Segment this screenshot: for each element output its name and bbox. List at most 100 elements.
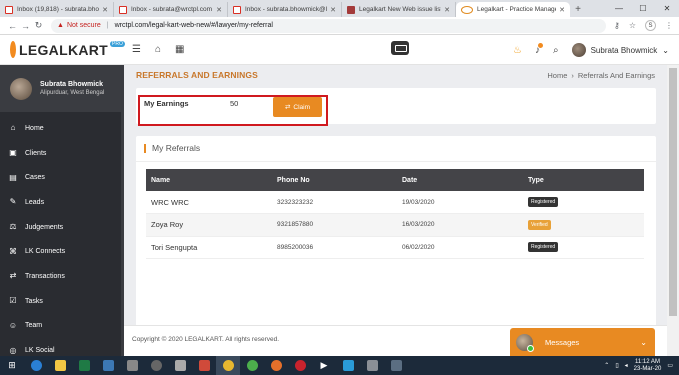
search-icon[interactable]: ⌕: [553, 45, 559, 56]
sidebar-item-label: LK Social: [25, 347, 55, 355]
referrals-table: Name Phone No Date Type WRC WRC 32323232…: [146, 169, 644, 259]
menu-kebab-icon[interactable]: ⋮: [665, 21, 673, 30]
window-controls: — ☐ ✕: [607, 0, 679, 17]
tools-icon[interactable]: [360, 356, 384, 375]
lightbulb-icon[interactable]: ♨: [513, 45, 522, 56]
tray-up-arrow-icon[interactable]: ⌃: [604, 362, 609, 369]
browser-tab-active[interactable]: Legalkart - Practice Manageme... ✕: [456, 2, 570, 17]
earnings-value: 50: [230, 99, 239, 108]
key-icon[interactable]: ⚷: [614, 21, 620, 30]
browser-tab[interactable]: Inbox - subrata.bhowmick@leg... ✕: [228, 2, 342, 17]
ie-icon[interactable]: [24, 356, 48, 375]
close-tab-icon[interactable]: ✕: [102, 6, 108, 14]
referral-name: WRC WRC: [146, 191, 272, 214]
sidebar-item-label: Transactions: [25, 272, 65, 280]
sidebar-item-lk-social[interactable]: ◎ LK Social: [0, 338, 121, 356]
snipping-tool-icon[interactable]: [168, 356, 192, 375]
legalkart-logo[interactable]: LEGALKART PRO: [0, 40, 125, 58]
firefox-icon[interactable]: [264, 356, 288, 375]
referrals-title: My Referrals: [144, 144, 200, 153]
opera-icon[interactable]: [288, 356, 312, 375]
user-app-icon[interactable]: [144, 356, 168, 375]
new-tab-button[interactable]: +: [570, 2, 586, 17]
skype-icon[interactable]: [336, 356, 360, 375]
maximize-button[interactable]: ☐: [631, 0, 655, 17]
tasks-icon: ☑: [9, 296, 17, 306]
profile-avatar[interactable]: S: [645, 20, 656, 31]
green-app-icon[interactable]: [240, 356, 264, 375]
scrollbar-thumb[interactable]: [669, 68, 677, 316]
claim-button[interactable]: ⇄ Claim: [273, 97, 322, 117]
sidebar-item-cases[interactable]: ▤ Cases: [0, 165, 121, 190]
warning-icon: ▲: [57, 22, 64, 29]
sidebar-item-label: Tasks: [25, 297, 43, 305]
close-tab-icon[interactable]: ✕: [330, 6, 336, 14]
app-icon[interactable]: [120, 356, 144, 375]
back-icon[interactable]: ←: [6, 21, 19, 31]
media-icon[interactable]: [192, 356, 216, 375]
hamburger-menu-icon[interactable]: ☰: [132, 44, 141, 55]
user-menu[interactable]: Subrata Bhowmick ⌄: [571, 43, 669, 57]
transactions-icon: ⇄: [9, 271, 17, 281]
browser-tab[interactable]: Inbox - subrata@wrctpl.com - Wi... ✕: [114, 2, 228, 17]
avatar: [571, 43, 586, 57]
referral-date: 06/02/2020: [397, 236, 523, 259]
referral-type-cell: Registered: [523, 236, 644, 259]
excel-icon[interactable]: [72, 356, 96, 375]
tab-label: Legalkart New Web issue list b...: [359, 6, 441, 13]
network-icon[interactable]: ▯: [615, 362, 618, 369]
chrome-icon[interactable]: [216, 356, 240, 375]
play-icon[interactable]: ▶: [312, 356, 336, 375]
close-tab-icon[interactable]: ✕: [559, 6, 565, 14]
sidebar-item-transactions[interactable]: ⇄ Transactions: [0, 264, 121, 289]
grid-icon[interactable]: ▦: [175, 44, 184, 55]
sidebar-profile[interactable]: Subrata Bhowmick Alipurduar, West Bengal: [0, 65, 121, 112]
header-actions: ♨ ♪ ⌕ Subrata Bhowmick ⌄: [513, 35, 669, 65]
security-status[interactable]: Not secure: [67, 22, 101, 29]
bookmark-star-icon[interactable]: ☆: [629, 21, 636, 30]
clock[interactable]: 11:12 AM 23-Mar-20: [634, 359, 662, 373]
forward-icon[interactable]: →: [19, 21, 32, 31]
close-window-button[interactable]: ✕: [655, 0, 679, 17]
referral-phone: 3232323232: [272, 191, 397, 214]
sidebar-item-leads[interactable]: ✎ Leads: [0, 190, 121, 215]
sidebar-item-team[interactable]: ☺ Team: [0, 314, 121, 339]
windows-start-icon[interactable]: ⊞: [0, 356, 24, 375]
page-scrollbar[interactable]: [667, 65, 679, 356]
referral-type-cell: Registered: [523, 191, 644, 214]
close-tab-icon[interactable]: ✕: [444, 6, 450, 14]
status-badge: Registered: [528, 197, 559, 207]
minimize-button[interactable]: —: [607, 0, 631, 17]
messages-panel-toggle[interactable]: Messages ⌄: [510, 328, 655, 356]
url-input[interactable]: ▲ Not secure | wrctpl.com/legal-kart-web…: [51, 18, 606, 33]
close-tab-icon[interactable]: ✕: [216, 6, 222, 14]
browser-tab[interactable]: Inbox (19,818) - subrata.bhowmick... ✕: [0, 2, 114, 17]
volume-icon[interactable]: ◂: [625, 362, 628, 369]
id-card-icon[interactable]: [391, 41, 409, 55]
referral-type-cell: Verified: [523, 213, 644, 237]
tab-label: Inbox (19,818) - subrata.bhowmick...: [17, 6, 100, 13]
sidebar-item-judgements[interactable]: ⚖ Judgements: [0, 215, 121, 240]
sidebar-item-clients[interactable]: ▣ Clients: [0, 141, 121, 166]
column-header: Name: [146, 169, 272, 191]
browser-tab[interactable]: Legalkart New Web issue list b... ✕: [342, 2, 456, 17]
url-text: wrctpl.com/legal-kart-web-new/#/lawyer/m…: [114, 22, 273, 29]
notifications-icon[interactable]: ▭: [667, 362, 673, 369]
sidebar-item-home[interactable]: ⌂ Home: [0, 116, 121, 141]
monitor-icon[interactable]: [384, 356, 408, 375]
notification-bell-icon[interactable]: ♪: [535, 42, 543, 56]
status-badge: Registered: [528, 242, 559, 253]
chevron-down-icon: ⌄: [662, 45, 669, 55]
browser-toolbar-right: ⚷ ☆ S ⋮: [614, 20, 673, 31]
sidebar-item-tasks[interactable]: ☑ Tasks: [0, 289, 121, 314]
sidebar-item-lk-connects[interactable]: ⌘ LK Connects: [0, 239, 121, 264]
sidebar-item-label: Cases: [25, 174, 45, 182]
logo-ring-icon: [10, 41, 16, 58]
file-explorer-icon[interactable]: [48, 356, 72, 375]
pro-badge: PRO: [110, 40, 125, 47]
home-icon[interactable]: ⌂: [155, 44, 161, 55]
social-icon: ◎: [9, 345, 17, 355]
reload-icon[interactable]: ↻: [32, 20, 45, 31]
breadcrumb-home-link[interactable]: Home: [547, 71, 567, 80]
photos-icon[interactable]: [96, 356, 120, 375]
